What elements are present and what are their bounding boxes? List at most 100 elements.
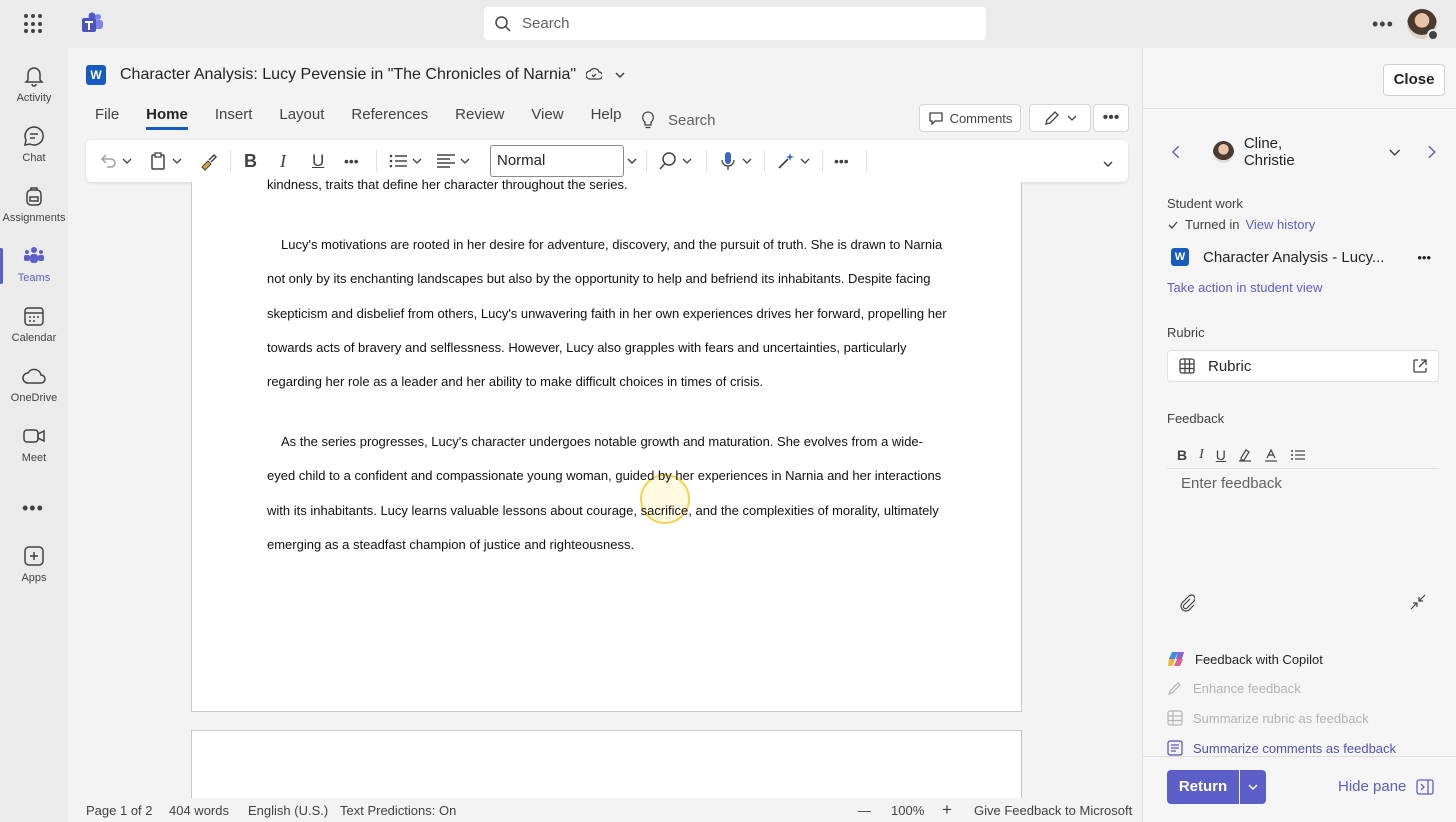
italic-button[interactable]: I [1199, 447, 1204, 463]
collapse-ribbon-button[interactable] [1102, 152, 1114, 176]
view-history-link[interactable]: View history [1245, 217, 1315, 232]
rail-item-assignments[interactable]: Assignments [0, 178, 68, 236]
chevron-down-icon [1248, 784, 1258, 791]
copilot-title: Feedback with Copilot [1195, 651, 1323, 667]
status-bar: Page 1 of 2 404 words English (U.S.) Tex… [68, 798, 1142, 822]
tab-file[interactable]: File [95, 106, 119, 130]
tab-layout[interactable]: Layout [279, 106, 324, 130]
ribbon-search[interactable]: Search [640, 110, 716, 130]
underline-button[interactable]: U [1216, 447, 1226, 463]
return-button[interactable]: Return [1167, 770, 1239, 804]
page-count: Page 1 of 2 [86, 803, 153, 818]
table-icon [1179, 358, 1195, 374]
ribbon-more-button[interactable]: ••• [1093, 104, 1129, 132]
document-title[interactable]: Character Analysis: Lucy Pevensie in "Th… [120, 66, 576, 84]
rail-item-teams[interactable]: Teams [0, 238, 68, 296]
student-file[interactable]: W Character Analysis - Lucy... ••• [1167, 241, 1439, 273]
enhance-feedback-button[interactable]: Enhance feedback [1167, 680, 1301, 696]
rubric-label: Rubric [1167, 325, 1205, 340]
word-count[interactable]: 404 words [169, 803, 229, 818]
copilot-header: Feedback with Copilot [1167, 650, 1323, 668]
app-launcher-icon[interactable] [24, 14, 44, 34]
open-external-icon[interactable] [1412, 358, 1428, 374]
take-action-link[interactable]: Take action in student view [1167, 280, 1322, 295]
bold-button[interactable]: B [244, 149, 257, 173]
zoom-out-button[interactable]: — [858, 803, 871, 818]
chevron-down-icon [742, 158, 752, 164]
enhance-feedback-label: Enhance feedback [1193, 680, 1301, 696]
pencil-icon [1045, 111, 1059, 125]
rail-item-onedrive[interactable]: OneDrive [0, 358, 68, 416]
chevron-down-icon [122, 158, 132, 164]
bold-button[interactable]: B [1177, 447, 1187, 463]
summarize-comments-button[interactable]: Summarize comments as feedback [1167, 740, 1396, 756]
zoom-in-button[interactable]: + [942, 800, 952, 820]
highlight-icon[interactable] [1238, 448, 1252, 462]
attach-icon[interactable] [1179, 594, 1195, 612]
feedback-input[interactable]: Enter feedback [1181, 475, 1282, 492]
hide-pane-button[interactable]: Hide pane [1338, 778, 1435, 795]
cloud-icon [22, 368, 46, 384]
tab-home[interactable]: Home [146, 106, 188, 130]
rail-label: Teams [17, 272, 51, 284]
global-search-input[interactable]: Search [484, 7, 986, 40]
tab-references[interactable]: References [351, 106, 428, 130]
give-feedback-link[interactable]: Give Feedback to Microsoft [974, 803, 1132, 818]
rail-label: Apps [21, 572, 47, 584]
tab-insert[interactable]: Insert [215, 106, 253, 130]
teams-logo-icon [82, 12, 103, 32]
summarize-rubric-button[interactable]: Summarize rubric as feedback [1167, 710, 1369, 726]
user-avatar[interactable] [1407, 9, 1439, 41]
rubric-card-label: Rubric [1208, 357, 1252, 375]
format-painter-button[interactable] [198, 149, 218, 173]
rail-item-meet[interactable]: Meet [0, 418, 68, 476]
panel-collapse-icon [1416, 778, 1435, 795]
rail-item-chat[interactable]: Chat [0, 118, 68, 176]
more-options-button[interactable]: ••• [1372, 14, 1394, 35]
ribbon-search-label: Search [668, 111, 716, 129]
undo-button[interactable] [98, 149, 132, 173]
presence-status-icon [1427, 29, 1439, 41]
pencil-icon [1168, 682, 1181, 695]
undo-icon [100, 154, 116, 168]
student-work-label: Student work [1167, 196, 1243, 211]
student-name[interactable]: Cline, Christie [1244, 135, 1334, 169]
document-paragraph: Lucy's motivations are rooted in her des… [267, 237, 947, 390]
grading-pane: Close Cline, Christie Student work Turne… [1142, 48, 1456, 822]
rubric-card[interactable]: Rubric [1167, 350, 1439, 382]
editing-mode-button[interactable] [1029, 104, 1091, 132]
file-more-button[interactable]: ••• [1417, 250, 1431, 265]
text-predictions[interactable]: Text Predictions: On [340, 803, 456, 818]
rail-label: OneDrive [10, 392, 58, 404]
backpack-icon [26, 187, 42, 206]
teams-icon [24, 247, 44, 263]
rail-item-activity[interactable]: Activity [0, 58, 68, 116]
saved-status-icon [586, 67, 603, 80]
close-button[interactable]: Close [1383, 64, 1445, 96]
tab-review[interactable]: Review [455, 106, 504, 130]
language[interactable]: English (U.S.) [248, 803, 328, 818]
chat-icon [24, 126, 44, 146]
collapse-icon[interactable] [1409, 593, 1427, 611]
font-color-icon[interactable] [1264, 448, 1278, 462]
tab-help[interactable]: Help [591, 106, 622, 130]
chevron-right-icon[interactable] [1427, 145, 1437, 159]
zoom-level[interactable]: 100% [891, 803, 924, 818]
comments-button[interactable]: Comments [919, 104, 1021, 132]
tab-view[interactable]: View [531, 106, 563, 130]
chevron-down-icon[interactable] [1388, 145, 1402, 159]
rail-item-apps[interactable]: Apps [0, 538, 68, 596]
turned-in-status: Turned in View history [1167, 217, 1315, 232]
rail-label: Activity [16, 92, 52, 104]
rail-label: Assignments [2, 212, 66, 224]
student-avatar [1212, 141, 1234, 163]
chevron-left-icon[interactable] [1171, 145, 1181, 159]
document-partial-line: kindness, traits that define her charact… [267, 177, 628, 192]
rail-item-calendar[interactable]: Calendar [0, 298, 68, 356]
paste-button[interactable] [148, 149, 182, 173]
bullet-list-icon[interactable] [1290, 448, 1306, 462]
calendar-icon [24, 307, 44, 326]
more-apps-button[interactable]: ••• [22, 498, 44, 519]
return-options-button[interactable] [1240, 770, 1266, 804]
chevron-down-icon[interactable] [614, 69, 626, 81]
